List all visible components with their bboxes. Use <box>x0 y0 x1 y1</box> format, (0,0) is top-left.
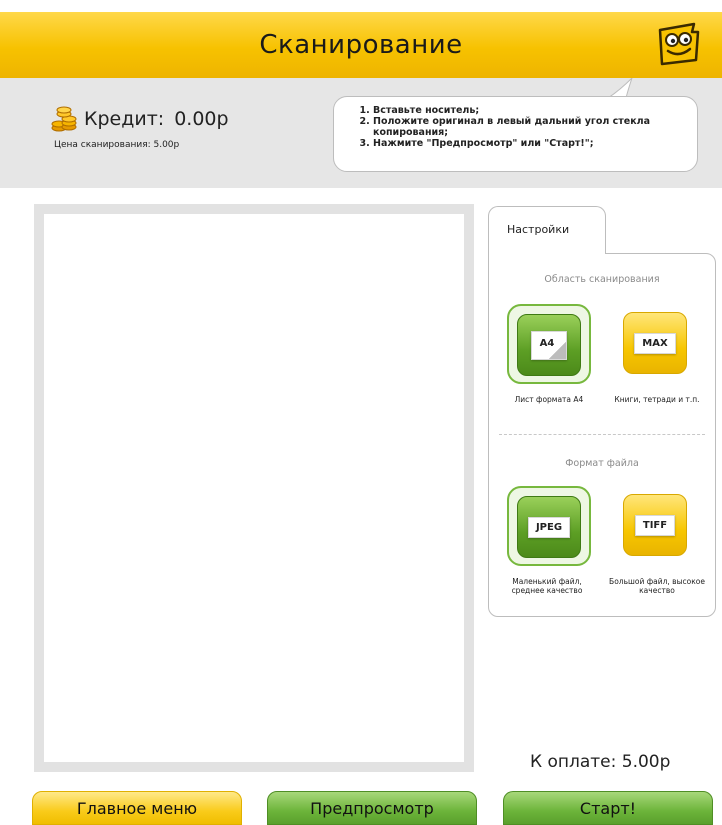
file-format-label: Формат файла <box>565 458 639 469</box>
instruction-item: Вставьте носитель; <box>373 105 687 116</box>
instruction-item: Нажмите "Предпросмотр" или "Старт!"; <box>373 138 687 149</box>
a4-badge: A4 <box>530 330 568 360</box>
format-tiff-option[interactable]: TIFF <box>615 486 699 566</box>
max-caption: Книги, тетради и т.п. <box>614 395 700 404</box>
scan-area-max-option[interactable]: MAX <box>615 304 699 384</box>
a4-caption: Лист формата А4 <box>514 395 584 404</box>
format-jpeg-button[interactable]: JPEG <box>517 496 581 558</box>
start-button[interactable]: Старт! <box>503 791 713 825</box>
format-tiff-button[interactable]: TIFF <box>623 494 687 556</box>
preview-button[interactable]: Предпросмотр <box>267 791 477 825</box>
header-bar: Сканирование <box>0 12 722 78</box>
page-title: Сканирование <box>259 30 463 60</box>
info-panel: Кредит: 0.00р Цена сканирования: 5.00р В… <box>0 78 722 188</box>
scan-price: Цена сканирования: 5.00р <box>54 140 180 150</box>
tab-settings[interactable]: Настройки <box>488 206 606 254</box>
tiff-caption: Большой файл, высокое качество <box>609 577 705 595</box>
amount-due: К оплате: 5.00р <box>530 752 671 772</box>
credit-display: Кредит: 0.00р <box>50 106 229 132</box>
scan-preview-area <box>34 204 474 772</box>
scan-area-max-button[interactable]: MAX <box>623 312 687 374</box>
jpeg-caption: Маленький файл, среднее качество <box>511 577 583 595</box>
scan-area-label: Область сканирования <box>544 274 660 285</box>
instructions-bubble: Вставьте носитель; Положите оригинал в л… <box>333 96 698 172</box>
credit-label: Кредит: <box>84 108 165 130</box>
mascot-icon <box>658 22 700 66</box>
instructions-list: Вставьте носитель; Положите оригинал в л… <box>359 105 687 149</box>
speech-bubble-tail <box>607 78 633 98</box>
main-menu-button[interactable]: Главное меню <box>32 791 242 825</box>
section-divider <box>499 434 705 435</box>
max-badge: MAX <box>634 332 676 354</box>
jpeg-badge: JPEG <box>527 516 571 538</box>
instruction-item: Положите оригинал в левый дальний угол с… <box>373 116 687 138</box>
settings-panel: Область сканирования A4 MAX Лист формата… <box>488 253 716 617</box>
scan-area-a4-button[interactable]: A4 <box>517 314 581 376</box>
credit-value: 0.00р <box>174 108 229 130</box>
scan-preview-canvas <box>44 214 464 762</box>
format-jpeg-option[interactable]: JPEG <box>507 486 591 566</box>
tiff-badge: TIFF <box>634 514 676 536</box>
coins-icon <box>51 106 77 132</box>
scan-area-a4-option[interactable]: A4 <box>507 304 591 384</box>
